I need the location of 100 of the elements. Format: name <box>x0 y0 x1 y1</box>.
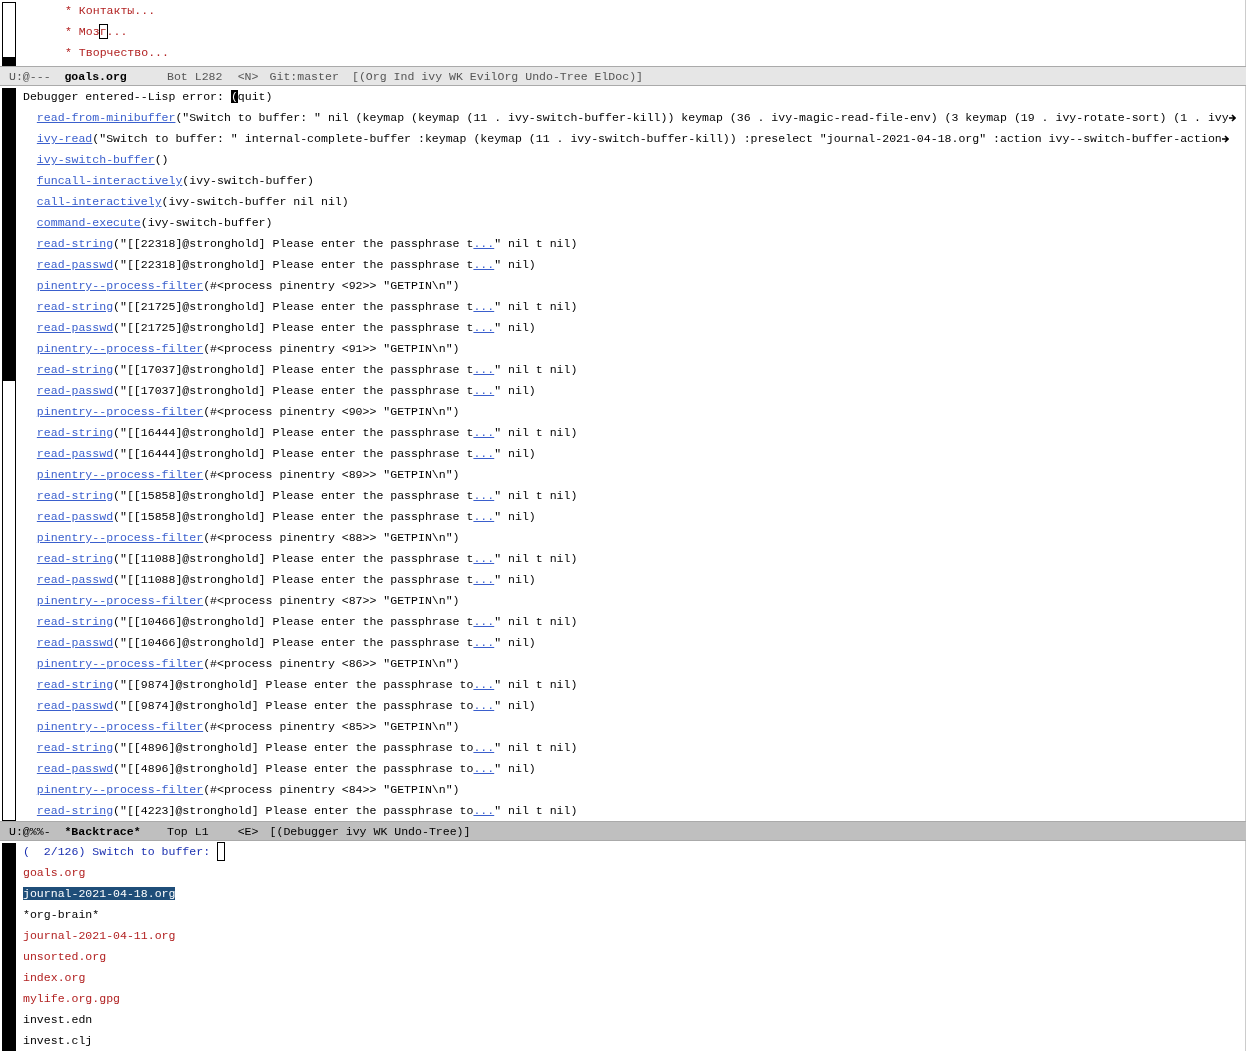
mode-line-line-position: Bot L282 <box>167 69 223 85</box>
org-heading: * Мозг... <box>65 24 129 40</box>
function-link[interactable]: read-passwd <box>36 758 114 779</box>
function-link[interactable]: pinentry--process-filter <box>36 338 204 359</box>
frame-arguments: (#<process pinentry <92>> "GETPIN\n") <box>203 278 460 294</box>
function-link[interactable]: pinentry--process-filter <box>36 779 204 800</box>
function-link[interactable]: read-passwd <box>36 443 114 464</box>
ellipsis-link[interactable]: ... <box>473 254 495 275</box>
function-link[interactable]: read-string <box>36 800 114 821</box>
function-link[interactable]: pinentry--process-filter <box>36 527 204 548</box>
function-link[interactable]: read-string <box>36 296 114 317</box>
frame-arguments: ("[[4896]@stronghold] Please enter the passphrase to <box>113 761 474 777</box>
frame-arguments: " nil t nil) <box>494 803 578 819</box>
frame-arguments: ("[[15858]@stronghold] Please enter the passphrase t <box>113 509 474 525</box>
frame-arguments: " nil t nil) <box>494 740 578 756</box>
frame-arguments: (ivy-switch-buffer) <box>140 215 273 231</box>
function-link[interactable]: call-interactively <box>36 191 162 212</box>
ellipsis-link[interactable]: ... <box>473 233 495 254</box>
ellipsis-link[interactable]: ... <box>473 317 495 338</box>
function-link[interactable]: pinentry--process-filter <box>36 275 204 296</box>
function-link[interactable]: read-passwd <box>36 380 114 401</box>
ellipsis-link[interactable]: ... <box>473 380 495 401</box>
mode-line-line-position: Top L1 <box>167 824 209 840</box>
ellipsis-link[interactable]: ... <box>473 632 495 653</box>
scrollbar[interactable] <box>2 2 16 66</box>
buffer-candidate[interactable]: journal-2021-04-18.org <box>23 887 176 900</box>
buffer-candidate[interactable]: *org-brain* <box>23 908 100 921</box>
function-link[interactable]: read-from-minibuffer <box>36 107 176 128</box>
mode-line-minor-modes: [(Org Ind ivy WK EvilOrg Undo-Tree ElDoc)] <box>352 69 643 85</box>
function-link[interactable]: read-string <box>36 611 114 632</box>
function-link[interactable]: pinentry--process-filter <box>36 590 204 611</box>
ellipsis-link[interactable]: ... <box>473 800 495 821</box>
frame-arguments: " nil) <box>494 761 536 777</box>
buffer-candidate[interactable]: mylife.org.gpg <box>23 992 120 1005</box>
function-link[interactable]: read-passwd <box>36 632 114 653</box>
ellipsis-link[interactable]: ... <box>473 485 495 506</box>
frame-arguments: ("[[4896]@stronghold] Please enter the passphrase to <box>113 740 474 756</box>
mode-line-evil-state: <E> <box>237 824 259 840</box>
function-link[interactable]: read-string <box>36 359 114 380</box>
function-link[interactable]: pinentry--process-filter <box>36 716 204 737</box>
frame-arguments: " nil) <box>494 320 536 336</box>
frame-arguments: (#<process pinentry <88>> "GETPIN\n") <box>203 530 460 546</box>
scrollbar[interactable] <box>2 843 16 1051</box>
ellipsis-link[interactable]: ... <box>473 443 495 464</box>
function-link[interactable]: funcall-interactively <box>36 170 183 191</box>
function-link[interactable]: read-passwd <box>36 506 114 527</box>
frame-arguments: (#<process pinentry <91>> "GETPIN\n") <box>203 341 460 357</box>
frame-arguments: ("[[17037]@stronghold] Please enter the passphrase t <box>113 383 474 399</box>
function-link[interactable]: read-passwd <box>36 695 114 716</box>
frame-arguments: (#<process pinentry <85>> "GETPIN\n") <box>203 719 460 735</box>
ellipsis-link[interactable]: ... <box>473 758 495 779</box>
function-link[interactable]: read-passwd <box>36 317 114 338</box>
function-link[interactable]: read-string <box>36 422 114 443</box>
function-link[interactable]: read-string <box>36 233 114 254</box>
mode-line-buffer-name: goals.org <box>64 69 127 85</box>
function-link[interactable]: pinentry--process-filter <box>36 464 204 485</box>
function-link[interactable]: read-passwd <box>36 569 114 590</box>
ellipsis-link[interactable]: ... <box>473 611 495 632</box>
function-link[interactable]: read-string <box>36 674 114 695</box>
ellipsis-link[interactable]: ... <box>473 422 495 443</box>
buffer-candidate[interactable]: index.org <box>23 971 86 984</box>
frame-arguments: " nil) <box>494 698 536 714</box>
ellipsis-link[interactable]: ... <box>473 737 495 758</box>
frame-arguments: " nil t nil) <box>494 425 578 441</box>
buffer-candidate[interactable]: goals.org <box>23 866 86 879</box>
frame-arguments: " nil) <box>494 257 536 273</box>
ellipsis-link[interactable]: ... <box>473 695 495 716</box>
frame-arguments: (#<process pinentry <89>> "GETPIN\n") <box>203 467 460 483</box>
frame-arguments: ("[[16444]@stronghold] Please enter the passphrase t <box>113 425 474 441</box>
buffer-candidate[interactable]: journal-2021-04-11.org <box>23 929 176 942</box>
frame-arguments: (ivy-switch-buffer nil nil) <box>161 194 349 210</box>
buffer-candidate[interactable]: invest.clj <box>23 1034 93 1047</box>
frame-arguments: ("[[11088]@stronghold] Please enter the passphrase t <box>113 551 474 567</box>
buffer-candidate[interactable]: invest.edn <box>23 1013 93 1026</box>
ellipsis-link[interactable]: ... <box>473 569 495 590</box>
function-link[interactable]: ivy-switch-buffer <box>36 149 155 170</box>
scrollbar-thumb[interactable] <box>3 57 15 65</box>
function-link[interactable]: pinentry--process-filter <box>36 401 204 422</box>
function-link[interactable]: read-passwd <box>36 254 114 275</box>
function-link[interactable]: pinentry--process-filter <box>36 653 204 674</box>
frame-arguments: (ivy-switch-buffer) <box>182 173 314 189</box>
ellipsis-link[interactable]: ... <box>473 674 495 695</box>
text-cursor <box>217 842 226 862</box>
frame-arguments: ("[[22318]@stronghold] Please enter the passphrase t <box>113 236 474 252</box>
mode-line-buffer-status: U:@%%- <box>9 824 51 840</box>
scrollbar[interactable] <box>2 88 16 821</box>
buffer-candidate[interactable]: unsorted.org <box>23 950 107 963</box>
function-link[interactable]: ivy-read <box>36 128 93 149</box>
frame-arguments: " nil) <box>494 383 536 399</box>
ellipsis-link[interactable]: ... <box>473 506 495 527</box>
function-link[interactable]: read-string <box>36 548 114 569</box>
ellipsis-link[interactable]: ... <box>473 296 495 317</box>
function-link[interactable]: read-string <box>36 485 114 506</box>
function-link[interactable]: read-string <box>36 737 114 758</box>
ellipsis-link[interactable]: ... <box>473 548 495 569</box>
ellipsis-link[interactable]: ... <box>473 359 495 380</box>
scrollbar-thumb[interactable] <box>3 89 15 382</box>
frame-arguments: " nil t nil) <box>494 488 578 504</box>
function-link[interactable]: command-execute <box>36 212 141 233</box>
frame-arguments: ("Switch to buffer: " internal-complete-buffer :keymap (keymap (11 . ivy-switch-buffer-kill)) :preselect "journal-2021-04-18.org" :action ivy--switch-buffer-action <box>92 131 1222 147</box>
